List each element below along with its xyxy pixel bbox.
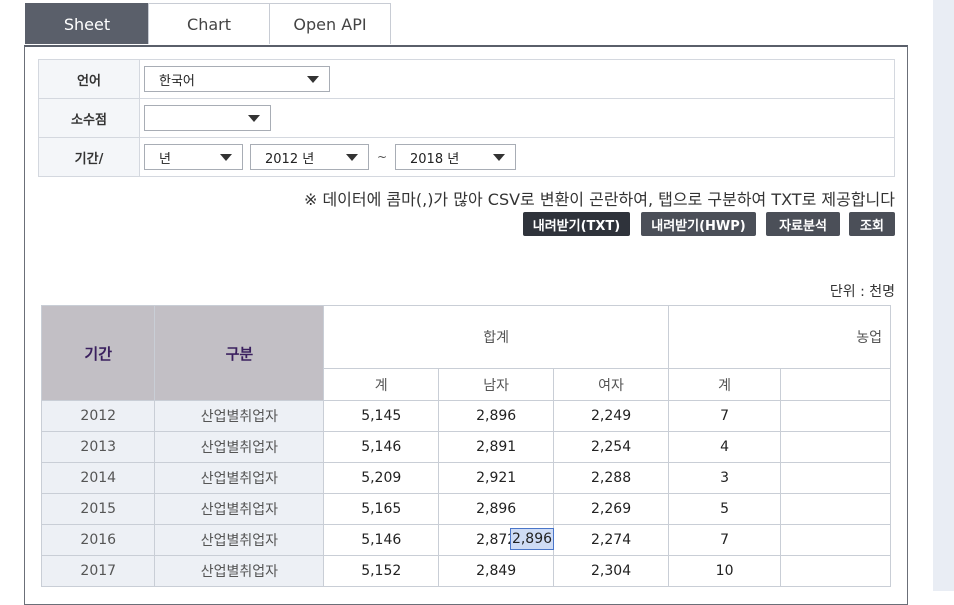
search-button[interactable]: 조회 [849, 212, 895, 236]
download-txt-button[interactable]: 내려받기(TXT) [523, 212, 630, 236]
period-end-value: 2018 년 [410, 151, 460, 167]
tab-chart[interactable]: Chart [148, 3, 270, 44]
row-category: 산업별취업자 [154, 493, 325, 525]
period-unit-select[interactable]: 년 [144, 144, 243, 170]
cell-total-sum[interactable]: 5,152 [323, 555, 440, 587]
cell-total-sum[interactable]: 5,209 [323, 462, 440, 494]
chevron-down-icon [307, 76, 319, 83]
cell-agri-next[interactable] [780, 462, 891, 494]
table-row: 2017 산업별취업자 5,152 2,849 2,304 10 [41, 555, 891, 587]
period-unit-value: 년 [159, 151, 171, 167]
header-total: 합계 [323, 305, 670, 370]
cell-total-male[interactable]: 2,849 [438, 555, 555, 587]
cell-agri-sum[interactable]: 4 [668, 431, 782, 463]
period-end-select[interactable]: 2018 년 [395, 144, 516, 170]
row-year: 2014 [41, 462, 156, 494]
cell-total-male[interactable]: 2,891 [438, 431, 555, 463]
subheader-agri-sum: 계 [668, 368, 782, 401]
cell-total-sum[interactable]: 5,146 [323, 524, 440, 556]
table-row: 2016 산업별취업자 5,146 2,872 2,274 7 [41, 524, 891, 556]
cell-total-female[interactable]: 2,274 [553, 524, 670, 556]
row-category: 산업별취업자 [154, 555, 325, 587]
table-row: 2014 산업별취업자 5,209 2,921 2,288 3 [41, 462, 891, 494]
cell-total-female[interactable]: 2,254 [553, 431, 670, 463]
period-range-tilde: ~ [377, 150, 388, 164]
cell-total-sum[interactable]: 5,165 [323, 493, 440, 525]
data-grid-viewport: 기간 구분 합계 농업 계 남자 여자 계 2012 산업별취업자 5,145 … [41, 305, 891, 591]
row-category: 산업별취업자 [154, 524, 325, 556]
cell-agri-sum[interactable]: 3 [668, 462, 782, 494]
cell-total-sum[interactable]: 5,146 [323, 431, 440, 463]
cell-total-female[interactable]: 2,288 [553, 462, 670, 494]
row-year: 2015 [41, 493, 156, 525]
row-year: 2012 [41, 400, 156, 432]
cell-agri-next[interactable] [780, 431, 891, 463]
cell-total-female[interactable]: 2,249 [553, 400, 670, 432]
row-year: 2017 [41, 555, 156, 587]
cell-agri-next[interactable] [780, 493, 891, 525]
chevron-down-icon [248, 115, 260, 122]
tab-open-api[interactable]: Open API [269, 3, 391, 44]
period-start-value: 2012 년 [265, 151, 315, 167]
row-category: 산업별취업자 [154, 431, 325, 463]
cell-total-sum[interactable]: 5,145 [323, 400, 440, 432]
header-agriculture: 농업 [668, 305, 891, 370]
right-scroll-panel [933, 0, 954, 591]
language-label: 언어 [38, 59, 140, 99]
unit-label: 단위 : 천명 [829, 284, 895, 300]
row-year: 2016 [41, 524, 156, 556]
subheader-agri-next [780, 368, 891, 401]
header-period: 기간 [41, 305, 156, 401]
subheader-total-sum: 계 [323, 368, 440, 401]
table-row: 2015 산업별취업자 5,165 2,896 2,269 5 [41, 493, 891, 525]
row-category: 산업별취업자 [154, 400, 325, 432]
chevron-down-icon [346, 154, 358, 161]
analysis-button[interactable]: 자료분석 [766, 212, 840, 236]
period-start-select[interactable]: 2012 년 [250, 144, 369, 170]
tab-sheet[interactable]: Sheet [25, 3, 149, 44]
view-tabs: Sheet Chart Open API [25, 3, 391, 45]
download-hwp-button[interactable]: 내려받기(HWP) [641, 212, 756, 236]
cell-agri-next[interactable] [780, 555, 891, 587]
subheader-total-female: 여자 [553, 368, 670, 401]
cell-agri-next[interactable] [780, 524, 891, 556]
cell-total-male[interactable]: 2,921 [438, 462, 555, 494]
cell-total-female[interactable]: 2,269 [553, 493, 670, 525]
header-category: 구분 [154, 305, 325, 401]
chevron-down-icon [220, 154, 232, 161]
cell-total-male[interactable]: 2,896 [438, 400, 555, 432]
table-row: 2012 산업별취업자 5,145 2,896 2,249 7 [41, 400, 891, 432]
decimal-select[interactable] [144, 105, 271, 131]
cell-agri-sum[interactable]: 7 [668, 400, 782, 432]
cell-total-male[interactable]: 2,896 [438, 493, 555, 525]
txt-notice: ※ 데이터에 콤마(,)가 많아 CSV로 변환이 곤란하여, 탭으로 구분하여… [303, 190, 895, 209]
period-label: 기간/ [38, 137, 140, 177]
data-grid: 기간 구분 합계 농업 계 남자 여자 계 2012 산업별취업자 5,145 … [41, 305, 891, 587]
subheader-total-male: 남자 [438, 368, 555, 401]
cell-agri-next[interactable] [780, 400, 891, 432]
cell-agri-sum[interactable]: 10 [668, 555, 782, 587]
language-select[interactable]: 한국어 [144, 66, 330, 92]
cell-agri-sum[interactable]: 5 [668, 493, 782, 525]
cell-total-female[interactable]: 2,304 [553, 555, 670, 587]
cell-edit-tooltip: 2,896 [510, 528, 554, 550]
chevron-down-icon [493, 154, 505, 161]
cell-agri-sum[interactable]: 7 [668, 524, 782, 556]
row-category: 산업별취업자 [154, 462, 325, 494]
row-year: 2013 [41, 431, 156, 463]
table-row: 2013 산업별취업자 5,146 2,891 2,254 4 [41, 431, 891, 463]
decimal-label: 소수점 [38, 98, 140, 138]
language-value: 한국어 [159, 73, 195, 89]
